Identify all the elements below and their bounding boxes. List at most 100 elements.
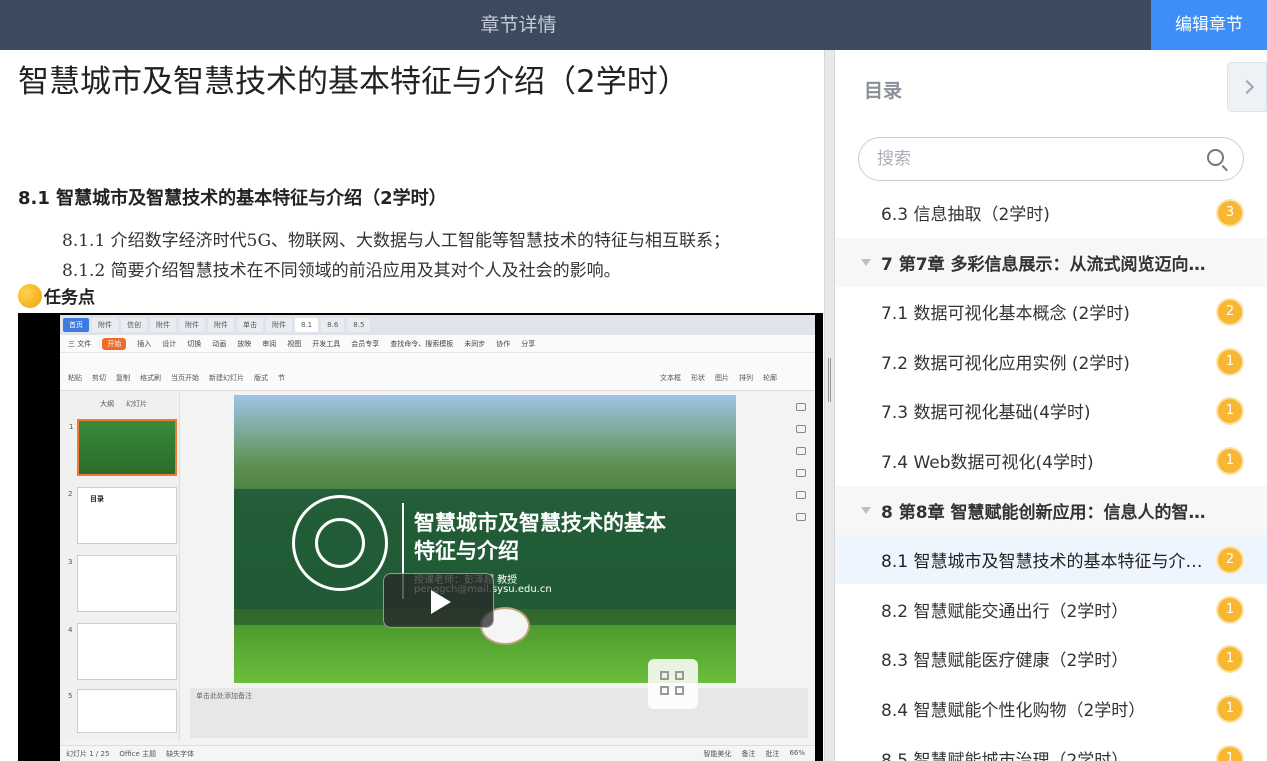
toc-chapter[interactable]: 8 第8章 智慧赋能创新应用：信息人的智慧城市之旅: [835, 486, 1267, 535]
toc-item[interactable]: 8.4 智慧赋能个性化购物（2学时） 1: [835, 684, 1267, 733]
task-count-badge: 2: [1218, 547, 1242, 572]
ppt-ribbon-item: 复制: [116, 374, 130, 382]
ppt-outline-tab: 大纲: [100, 400, 114, 408]
slide-thumbnail-number: 2: [68, 490, 73, 498]
content-item: 8.1.1 介绍数字经济时代5G、物联网、大数据与人工智能等智慧技术的特征与相互…: [62, 231, 731, 251]
slide-thumbnail: 5: [68, 689, 177, 733]
ppt-tab: 附件: [92, 318, 118, 332]
ppt-status-item: 批注: [765, 749, 780, 758]
edit-chapter-button[interactable]: 编辑章节: [1151, 0, 1267, 50]
collapse-toc-button[interactable]: [1227, 62, 1267, 112]
ppt-status-item: 备注: [741, 749, 756, 758]
ppt-menu-item: 审阅: [262, 339, 277, 348]
task-point[interactable]: 任务点: [18, 283, 95, 308]
toc-item[interactable]: 7.4 Web数据可视化(4学时) 1: [835, 436, 1267, 485]
task-count-badge: 1: [1218, 448, 1242, 473]
task-count-badge: 1: [1218, 646, 1242, 671]
ppt-ribbon-item: 当页开始: [171, 374, 199, 382]
toc-item[interactable]: 6.3 信息抽取（2学时) 3: [835, 188, 1267, 237]
play-icon: [431, 590, 451, 614]
toc-item-label: 6.3 信息抽取（2学时): [881, 205, 1050, 225]
ppt-tab: 信创: [121, 318, 147, 332]
toc-title: 目录: [864, 80, 903, 102]
toc-item[interactable]: 8.5 智慧赋能城市治理（2学时） 1: [835, 734, 1267, 761]
slide-thumbnail: 1: [69, 419, 177, 476]
ppt-menu-item: 三 文件: [68, 339, 92, 348]
toc-item-label: 7.2 数据可视化应用实例 (2学时): [881, 354, 1130, 374]
ppt-tab: 8.1: [295, 318, 319, 332]
ppt-menu-bar: 三 文件 开始 插入 设计 切换 动画 放映 审阅 视图 开发工具 会员专享 查…: [60, 335, 815, 353]
ppt-menu-item: 开始: [102, 337, 127, 350]
ppt-tab: 附件: [266, 318, 292, 332]
toc-item[interactable]: 8.2 智慧赋能交通出行（2学时） 1: [835, 585, 1267, 634]
toc-item-label: 8.1 智慧城市及智慧技术的基本特征与介绍（2学时）: [881, 552, 1211, 572]
search-icon[interactable]: [1207, 149, 1224, 166]
ppt-menu-item: 分享: [521, 339, 536, 348]
ppt-tab: 附件: [179, 318, 205, 332]
toc-chapter-label: 7 第7章 多彩信息展示：从流式阅览迈向交互式探索: [881, 255, 1211, 275]
ppt-status-item: Office 主题: [119, 749, 157, 758]
ppt-ribbon-item: 文本框: [660, 374, 681, 382]
ppt-menu-item: 设计: [162, 339, 177, 348]
toc-item-active[interactable]: 8.1 智慧城市及智慧技术的基本特征与介绍（2学时） 2: [835, 535, 1267, 584]
ppt-ribbon-item: 新建幻灯片: [209, 374, 244, 382]
pane-resize-handle[interactable]: [824, 50, 835, 761]
task-count-badge: 2: [1218, 299, 1242, 324]
qr-code-button[interactable]: [648, 659, 698, 709]
ppt-tab: 8.5: [347, 318, 371, 332]
ppt-status-item: 缺失字体: [166, 749, 195, 758]
task-point-label: 任务点: [44, 288, 95, 308]
toc-item-label: 7.3 数据可视化基础(4学时): [881, 403, 1091, 423]
ppt-tab: 单击: [237, 318, 263, 332]
task-count-badge: 3: [1218, 200, 1242, 225]
toc-item-label: 7.4 Web数据可视化(4学时): [881, 453, 1094, 473]
ppt-menu-item: 会员专享: [351, 339, 380, 348]
ppt-tab: 8.6: [321, 318, 345, 332]
ppt-ribbon: 粘贴 剪切 复制 格式刷 当页开始 新建幻灯片 版式 节 文本框 形状 图片 排…: [60, 353, 815, 391]
section-heading: 8.1 智慧城市及智慧技术的基本特征与介绍（2学时）: [18, 188, 447, 209]
ppt-tab: 首页: [63, 318, 89, 332]
task-status-icon: [18, 283, 42, 308]
ppt-status-item: 智能美化: [703, 749, 732, 758]
task-count-badge: 1: [1218, 746, 1242, 761]
ppt-ribbon-item: 版式: [254, 374, 268, 382]
toc-item-label: 7.1 数据可视化基本概念 (2学时): [881, 304, 1130, 324]
task-count-badge: 1: [1218, 696, 1242, 721]
slide-title: 智慧城市及智慧技术的基本: [414, 511, 666, 535]
toc-item-label: 8.2 智慧赋能交通出行（2学时）: [881, 602, 1129, 622]
ppt-ribbon-item: 剪切: [92, 374, 106, 382]
slide-thumbnail-number: 4: [68, 626, 73, 634]
slide-thumbnail: 4: [68, 623, 177, 680]
toc-item[interactable]: 7.3 数据可视化基础(4学时) 1: [835, 386, 1267, 435]
ppt-menu-item: 放映: [237, 339, 252, 348]
ppt-status-item: 幻灯片 1 / 25: [66, 749, 110, 758]
ppt-tab: 附件: [208, 318, 234, 332]
ppt-zoom-level: 66%: [789, 748, 805, 757]
qr-code-icon: [660, 671, 669, 680]
slide-thumbnail: 2 目录: [68, 487, 177, 544]
ppt-menu-item: 切换: [187, 339, 202, 348]
grip-icon: [828, 358, 831, 402]
toc-search-box[interactable]: [858, 137, 1244, 181]
toc-item[interactable]: 8.3 智慧赋能医疗健康（2学时） 1: [835, 634, 1267, 683]
ppt-ribbon-item: 图片: [715, 374, 729, 382]
toc-item[interactable]: 7.1 数据可视化基本概念 (2学时) 2: [835, 287, 1267, 336]
ppt-menu-item: 开发工具: [312, 339, 341, 348]
play-button[interactable]: [383, 573, 494, 628]
page-title: 智慧城市及智慧技术的基本特征与介绍（2学时）: [18, 64, 689, 100]
video-player[interactable]: 首页 附件 信创 附件 附件 附件 单击 附件 8.1 8.6 8.5 三 文件…: [18, 313, 823, 761]
toc-search-input[interactable]: [877, 138, 1177, 180]
ppt-ribbon-item: 形状: [691, 374, 705, 382]
slide-thumbnail: 3: [68, 555, 177, 612]
toc-item-label: 8.4 智慧赋能个性化购物（2学时）: [881, 701, 1146, 721]
toc-chapter[interactable]: 7 第7章 多彩信息展示：从流式阅览迈向交互式探索: [835, 238, 1267, 287]
toc-item-label: 8.3 智慧赋能医疗健康（2学时）: [881, 651, 1129, 671]
slide-thumbnail-title: 目录: [90, 495, 104, 503]
content-item: 8.1.2 简要介绍智慧技术在不同领域的前沿应用及其对个人及社会的影响。: [62, 261, 621, 281]
ppt-menu-item: 动画: [212, 339, 227, 348]
university-logo: [292, 495, 388, 591]
ppt-ribbon-item: 节: [278, 374, 285, 382]
task-count-badge: 1: [1218, 398, 1242, 423]
caret-down-icon: [861, 507, 871, 514]
toc-item[interactable]: 7.2 数据可视化应用实例 (2学时) 1: [835, 337, 1267, 386]
